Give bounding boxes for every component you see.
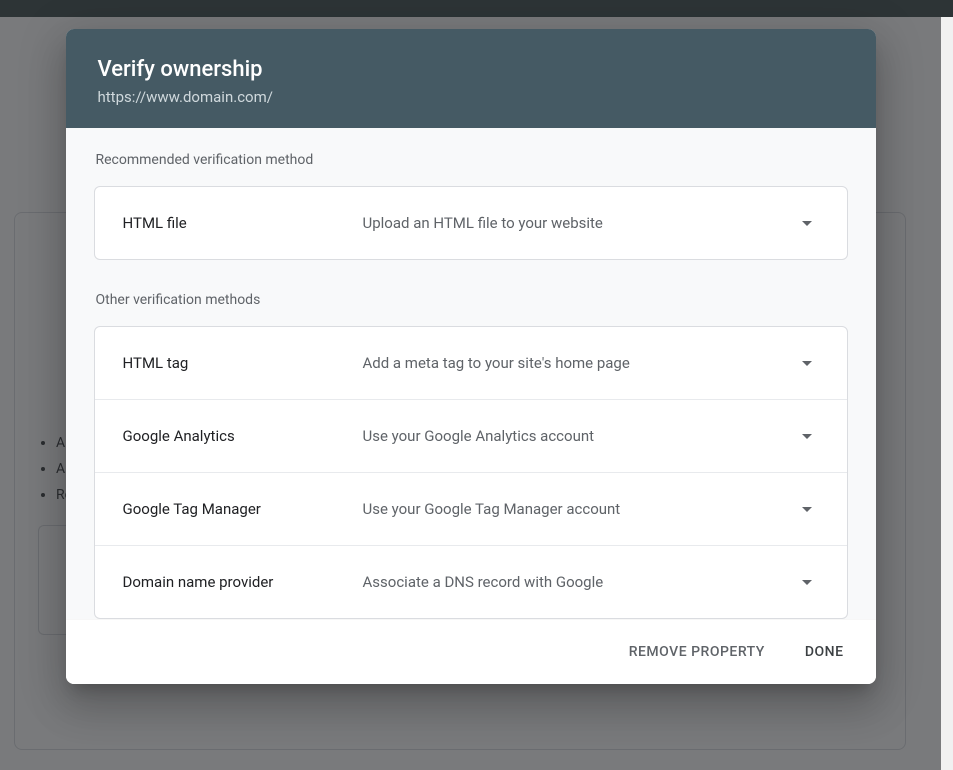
method-desc: Use your Google Tag Manager account <box>363 500 795 518</box>
method-desc: Use your Google Analytics account <box>363 427 795 445</box>
recommended-method-card[interactable]: HTML file Upload an HTML file to your we… <box>94 186 848 260</box>
chevron-down-icon <box>795 424 819 448</box>
method-name: Google Tag Manager <box>123 500 363 518</box>
modal-header: Verify ownership https://www.domain.com/ <box>66 29 876 128</box>
method-name: Google Analytics <box>123 427 363 445</box>
method-google-analytics[interactable]: Google Analytics Use your Google Analyti… <box>95 400 847 473</box>
scrollbar[interactable] <box>941 17 953 770</box>
method-desc: Associate a DNS record with Google <box>363 573 795 591</box>
done-button[interactable]: DONE <box>801 638 848 666</box>
method-name: Domain name provider <box>123 573 363 591</box>
method-html-file[interactable]: HTML file Upload an HTML file to your we… <box>95 187 847 259</box>
modal-footer: REMOVE PROPERTY DONE <box>66 619 876 684</box>
method-desc: Add a meta tag to your site's home page <box>363 354 795 372</box>
chevron-down-icon <box>795 570 819 594</box>
remove-property-button[interactable]: REMOVE PROPERTY <box>625 638 769 666</box>
method-name: HTML tag <box>123 354 363 372</box>
modal-title: Verify ownership <box>98 57 844 82</box>
method-desc: Upload an HTML file to your website <box>363 214 795 232</box>
method-name: HTML file <box>123 214 363 232</box>
verify-ownership-modal: Verify ownership https://www.domain.com/… <box>66 29 876 684</box>
other-section-label: Other verification methods <box>96 292 848 308</box>
chevron-down-icon <box>795 211 819 235</box>
modal-subtitle: https://www.domain.com/ <box>98 88 844 106</box>
modal-body: Recommended verification method HTML fil… <box>66 128 876 619</box>
app-top-bar <box>0 0 953 17</box>
other-methods-list: HTML tag Add a meta tag to your site's h… <box>94 326 848 619</box>
modal-overlay: Verify ownership https://www.domain.com/… <box>0 17 941 770</box>
chevron-down-icon <box>795 351 819 375</box>
method-google-tag-manager[interactable]: Google Tag Manager Use your Google Tag M… <box>95 473 847 546</box>
chevron-down-icon <box>795 497 819 521</box>
method-domain-name-provider[interactable]: Domain name provider Associate a DNS rec… <box>95 546 847 618</box>
method-html-tag[interactable]: HTML tag Add a meta tag to your site's h… <box>95 327 847 400</box>
recommended-section-label: Recommended verification method <box>96 152 848 168</box>
